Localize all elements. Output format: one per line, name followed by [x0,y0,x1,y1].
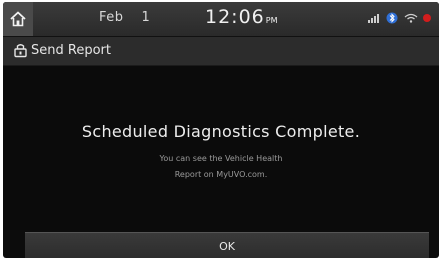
wifi-icon [404,13,418,23]
dialog-message-line-1: You can see the Vehicle Health [159,154,283,163]
signal-icon [368,13,379,23]
page-title: Send Report [31,43,111,58]
recording-icon [423,14,431,22]
clock-display: 12:06PM [205,6,278,28]
status-bar: Feb 1 12:06PM [3,2,439,37]
ampm-label: PM [265,16,278,25]
home-button[interactable] [3,2,33,36]
day-label: 1 [141,10,151,25]
dialog-content: Scheduled Diagnostics Complete. You can … [3,66,439,230]
dialog-message-line-2: Report on MyUVO.com. [174,170,268,179]
time-label: 12:06 [205,6,265,28]
month-label: Feb [99,10,124,25]
bluetooth-icon [386,12,398,24]
date-display: Feb 1 [99,10,150,25]
send-report-icon [14,44,27,58]
dialog-headline: Scheduled Diagnostics Complete. [81,122,361,141]
ok-button[interactable]: OK [25,232,429,258]
status-icons [368,12,431,24]
home-icon [10,11,26,27]
title-bar: Send Report [3,37,439,66]
head-unit-screen: Feb 1 12:06PM Send Report Scheduled Diag… [3,2,439,258]
